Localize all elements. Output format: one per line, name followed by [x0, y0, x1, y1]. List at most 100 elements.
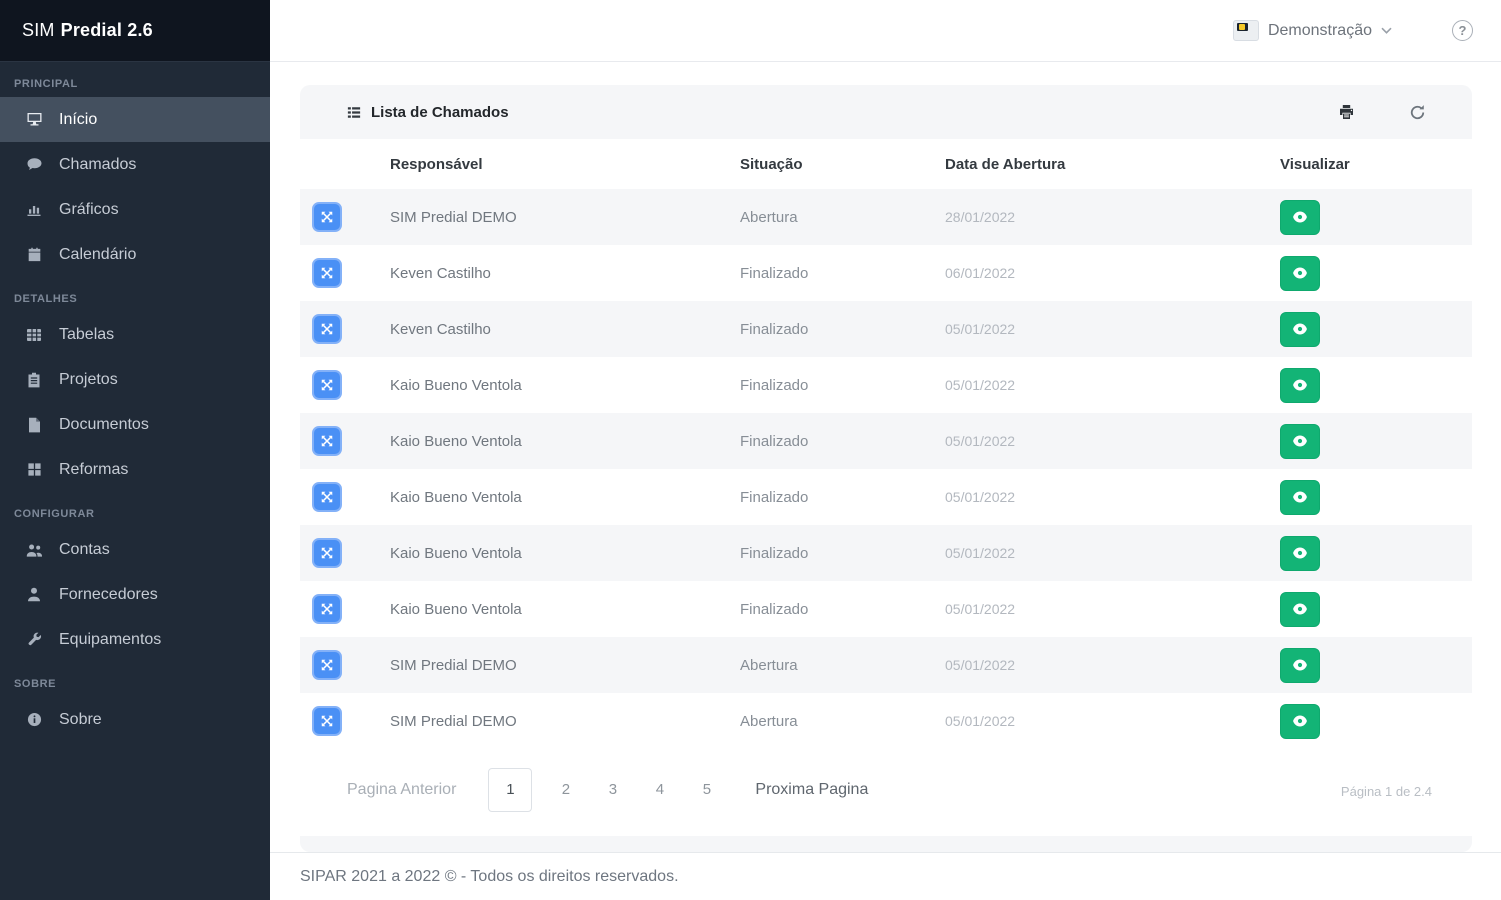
- section-label-configurar: CONFIGURAR: [14, 508, 95, 520]
- document-icon: [24, 417, 44, 433]
- sidebar-item-reformas[interactable]: Reformas: [0, 447, 270, 492]
- user-icon: [24, 587, 44, 603]
- expand-arrows-icon[interactable]: [312, 202, 342, 232]
- sidebar-item-inicio[interactable]: Início: [0, 97, 270, 142]
- account-dropdown[interactable]: Demonstração: [1232, 20, 1392, 41]
- sidebar-nav: PRINCIPAL Início Chamados Gráficos Calen…: [0, 62, 270, 742]
- situacao-cell: Finalizado: [740, 376, 809, 394]
- table-row: Keven Castilho Finalizado 06/01/2022: [300, 245, 1472, 301]
- expand-arrows-icon[interactable]: [312, 258, 342, 288]
- sidebar-item-sobre[interactable]: Sobre: [0, 697, 270, 742]
- pagination: Pagina Anterior 12345 Proxima Pagina Pág…: [300, 749, 1472, 836]
- data-abertura-cell: 05/01/2022: [945, 601, 1016, 617]
- view-button[interactable]: [1280, 255, 1320, 291]
- view-button[interactable]: [1280, 591, 1320, 627]
- data-abertura-cell: 05/01/2022: [945, 657, 1016, 673]
- view-button[interactable]: [1280, 479, 1320, 515]
- refresh-button[interactable]: [1405, 100, 1430, 125]
- expand-arrows-icon[interactable]: [312, 594, 342, 624]
- chamados-table: Responsável Situação Data de Abertura Vi…: [300, 139, 1472, 749]
- situacao-cell: Finalizado: [740, 488, 809, 506]
- data-abertura-cell: 05/01/2022: [945, 489, 1016, 505]
- card-header: Lista de Chamados: [300, 85, 1472, 139]
- info-icon: [24, 712, 44, 728]
- page-link-3[interactable]: 3: [589, 781, 636, 798]
- sidebar-item-chamados[interactable]: Chamados: [0, 142, 270, 187]
- table-row: Kaio Bueno Ventola Finalizado 05/01/2022: [300, 413, 1472, 469]
- sidebar-item-label: Sobre: [59, 710, 102, 728]
- table-row: Keven Castilho Finalizado 05/01/2022: [300, 301, 1472, 357]
- card-title: Lista de Chamados: [347, 104, 509, 121]
- sidebar-item-label: Chamados: [59, 155, 137, 173]
- sidebar-item-tabelas[interactable]: Tabelas: [0, 312, 270, 357]
- situacao-cell: Abertura: [740, 656, 798, 674]
- sidebar-item-label: Projetos: [59, 370, 118, 388]
- sidebar-item-label: Calendário: [59, 245, 137, 263]
- data-abertura-cell: 05/01/2022: [945, 713, 1016, 729]
- section-label-principal: PRINCIPAL: [14, 78, 78, 90]
- sidebar-item-graficos[interactable]: Gráficos: [0, 187, 270, 232]
- view-button[interactable]: [1280, 199, 1320, 235]
- brand[interactable]: SIM Predial 2.6: [0, 0, 270, 62]
- situacao-cell: Finalizado: [740, 432, 809, 450]
- view-button[interactable]: [1280, 367, 1320, 403]
- card-footer: [300, 836, 1472, 852]
- sidebar-item-contas[interactable]: Contas: [0, 527, 270, 572]
- page-link-5[interactable]: 5: [683, 781, 730, 798]
- main-area: Demonstração ? Lista de Chamados Respons…: [270, 0, 1501, 900]
- situacao-cell: Finalizado: [740, 264, 809, 282]
- view-button[interactable]: [1280, 647, 1320, 683]
- data-abertura-cell: 06/01/2022: [945, 265, 1016, 281]
- users-icon: [24, 542, 44, 558]
- sidebar-item-calendario[interactable]: Calendário: [0, 232, 270, 277]
- grid-icon: [24, 462, 44, 478]
- brand-name-light: SIM: [22, 20, 55, 40]
- table-row: Kaio Bueno Ventola Finalizado 05/01/2022: [300, 357, 1472, 413]
- view-button[interactable]: [1280, 703, 1320, 739]
- view-button[interactable]: [1280, 311, 1320, 347]
- page-link-4[interactable]: 4: [636, 781, 683, 798]
- sidebar: SIM Predial 2.6 PRINCIPAL Início Chamado…: [0, 0, 270, 900]
- expand-arrows-icon[interactable]: [312, 426, 342, 456]
- sidebar-item-equipamentos[interactable]: Equipamentos: [0, 617, 270, 662]
- page-link-1[interactable]: 1: [488, 767, 533, 812]
- column-data-abertura: Data de Abertura: [945, 139, 1280, 189]
- expand-arrows-icon[interactable]: [312, 482, 342, 512]
- situacao-cell: Finalizado: [740, 544, 809, 562]
- column-responsavel: Responsável: [390, 139, 740, 189]
- sidebar-item-label: Tabelas: [59, 325, 115, 343]
- responsavel-cell: SIM Predial DEMO: [390, 208, 517, 226]
- expand-arrows-icon[interactable]: [312, 650, 342, 680]
- column-icon: [300, 139, 390, 189]
- view-button[interactable]: [1280, 423, 1320, 459]
- expand-arrows-icon[interactable]: [312, 370, 342, 400]
- sidebar-item-projetos[interactable]: Projetos: [0, 357, 270, 402]
- sidebar-item-label: Fornecedores: [59, 585, 158, 603]
- column-visualizar: Visualizar: [1280, 139, 1472, 189]
- account-label: Demonstração: [1267, 21, 1372, 39]
- table-row: Kaio Bueno Ventola Finalizado 05/01/2022: [300, 581, 1472, 637]
- section-label-sobre: SOBRE: [14, 678, 57, 690]
- sidebar-item-documentos[interactable]: Documentos: [0, 402, 270, 447]
- topbar: Demonstração ?: [270, 0, 1501, 62]
- next-page-link[interactable]: Proxima Pagina: [755, 781, 868, 799]
- data-abertura-cell: 05/01/2022: [945, 433, 1016, 449]
- table-row: Kaio Bueno Ventola Finalizado 05/01/2022: [300, 525, 1472, 581]
- page-link-2[interactable]: 2: [542, 781, 589, 798]
- responsavel-cell: Kaio Bueno Ventola: [390, 432, 522, 450]
- previous-page-link[interactable]: Pagina Anterior: [347, 781, 456, 799]
- sidebar-item-label: Equipamentos: [59, 630, 162, 648]
- help-button[interactable]: ?: [1452, 20, 1473, 41]
- view-button[interactable]: [1280, 535, 1320, 571]
- demo-account-icon: [1232, 20, 1259, 41]
- sidebar-item-label: Contas: [59, 540, 110, 558]
- print-button[interactable]: [1334, 100, 1359, 124]
- responsavel-cell: Keven Castilho: [390, 264, 491, 282]
- table-row: SIM Predial DEMO Abertura 05/01/2022: [300, 637, 1472, 693]
- data-abertura-cell: 05/01/2022: [945, 321, 1016, 337]
- expand-arrows-icon[interactable]: [312, 706, 342, 736]
- sidebar-item-label: Documentos: [59, 415, 149, 433]
- expand-arrows-icon[interactable]: [312, 314, 342, 344]
- expand-arrows-icon[interactable]: [312, 538, 342, 568]
- sidebar-item-fornecedores[interactable]: Fornecedores: [0, 572, 270, 617]
